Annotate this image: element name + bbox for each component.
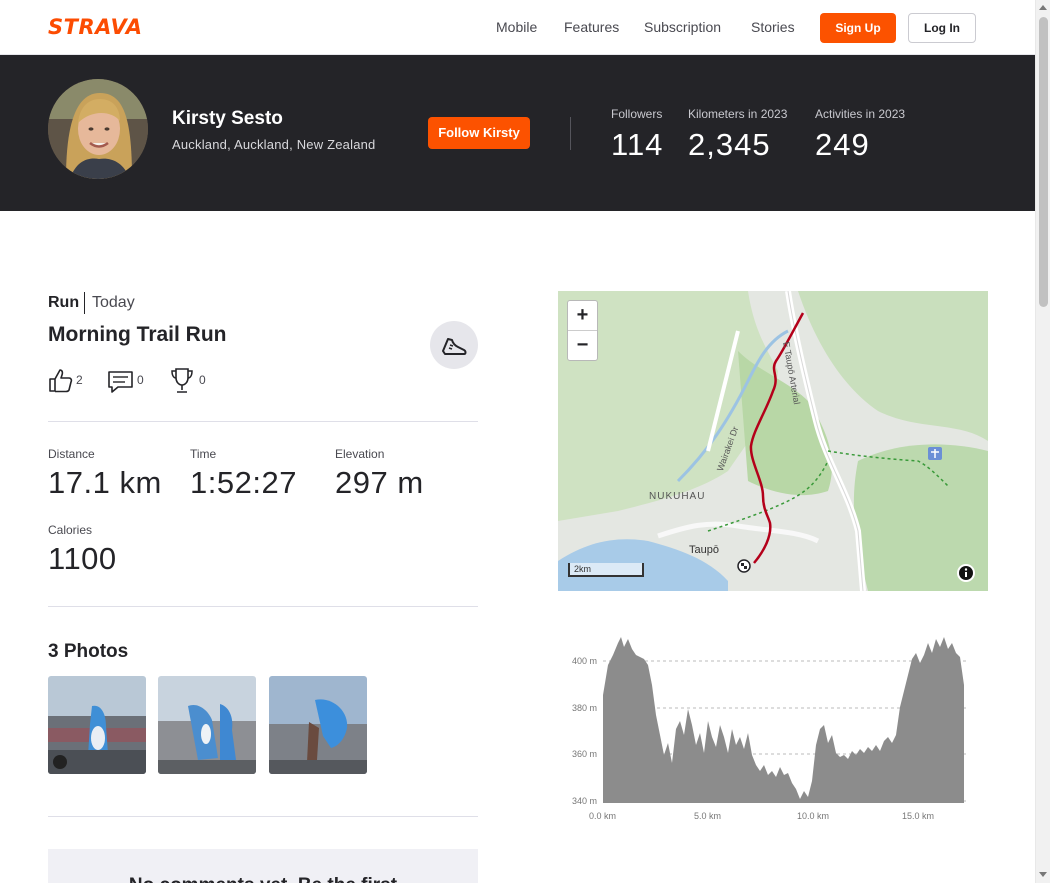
x-tick-label: 10.0 km [797,811,829,821]
achievements-count: 0 [199,373,206,387]
divider [48,421,478,422]
athlete-name[interactable]: Kirsty Sesto [172,108,283,130]
stat-activities-label: Activities in 2023 [815,107,906,121]
athlete-location: Auckland, Auckland, New Zealand [172,137,376,152]
distance-value: 17.1 km [48,465,162,500]
achievements-button[interactable] [169,366,195,394]
distance-label: Distance [48,447,95,461]
stat-km-value: 2,345 [688,127,771,162]
scroll-up-icon[interactable] [1039,5,1047,10]
top-navigation: STRAVA Mobile Features Subscription Stor… [0,0,1035,55]
stat-activities-value: 249 [815,127,870,162]
run-shoe-icon [430,321,478,369]
x-tick-label: 5.0 km [694,811,721,821]
y-tick-label: 360 m [572,749,597,759]
activity-type-divider [84,292,85,314]
elevation-value: 297 m [335,465,424,500]
sign-up-button[interactable]: Sign Up [820,13,896,43]
y-tick-label: 340 m [572,796,597,806]
scrollbar-thumb[interactable] [1039,17,1048,307]
thumbs-up-icon [49,369,73,393]
nav-features[interactable]: Features [564,19,619,35]
kudos-button[interactable] [48,366,74,394]
divider [48,606,478,607]
map-canvas [558,291,988,591]
log-in-button[interactable]: Log In [908,13,976,43]
comments-count: 0 [137,373,144,387]
calories-label: Calories [48,523,93,537]
activity-title: Morning Trail Run [48,323,227,346]
stat-followers-label: Followers [611,107,663,121]
kudos-count: 2 [76,373,83,387]
comments-section: No comments yet. Be the first [48,849,478,883]
avatar-photo [48,79,148,179]
elevation-label: Elevation [335,447,385,461]
strava-logo[interactable]: STRAVA [48,17,143,38]
calories-value: 1100 [48,541,117,576]
zoom-out-button[interactable]: − [568,331,597,361]
comment-icon [108,371,133,393]
zoom-controls: + − [567,300,598,361]
divider [48,816,478,817]
nav-subscription[interactable]: Subscription [644,19,721,35]
activity-photo[interactable] [48,676,146,774]
banner-divider [570,117,571,150]
activity-photo[interactable] [269,676,367,774]
map-label: Taupō [689,544,719,556]
activity-photo[interactable] [158,676,256,774]
photos-heading: 3 Photos [48,641,129,662]
y-tick-label: 380 m [572,703,597,713]
athlete-avatar[interactable] [48,79,148,179]
trophy-icon [171,368,193,393]
route-map[interactable]: E Taupō Arterial Wairakei Dr NUKUHAU Tau… [558,291,988,591]
map-scale-label: 2km [574,564,592,574]
no-comments-message: No comments yet. Be the first [48,875,478,883]
map-scale: 2km [568,563,644,577]
zoom-in-button[interactable]: + [568,301,597,331]
stat-followers-value: 114 [611,127,664,162]
activity-date: Today [92,294,135,311]
time-label: Time [190,447,217,461]
athlete-banner: Kirsty Sesto Auckland, Auckland, New Zea… [0,55,1035,211]
activity-type: Run [48,294,80,311]
nav-stories[interactable]: Stories [751,19,795,35]
x-tick-label: 0.0 km [589,811,616,821]
elevation-chart: 400 m 380 m 360 m 340 m 0.0 km 5.0 km 10… [558,625,988,825]
elevation-area [603,637,964,803]
x-tick-label: 15.0 km [902,811,934,821]
nav-mobile[interactable]: Mobile [496,19,537,35]
scroll-down-icon[interactable] [1039,872,1047,877]
map-label: NUKUHAU [649,491,706,502]
page-scrollbar[interactable] [1035,0,1050,883]
info-icon[interactable] [957,564,975,582]
follow-button[interactable]: Follow Kirsty [428,117,530,149]
time-value: 1:52:27 [190,465,297,500]
comments-button[interactable] [107,366,135,394]
stat-km-label: Kilometers in 2023 [688,107,788,121]
y-tick-label: 400 m [572,656,597,666]
